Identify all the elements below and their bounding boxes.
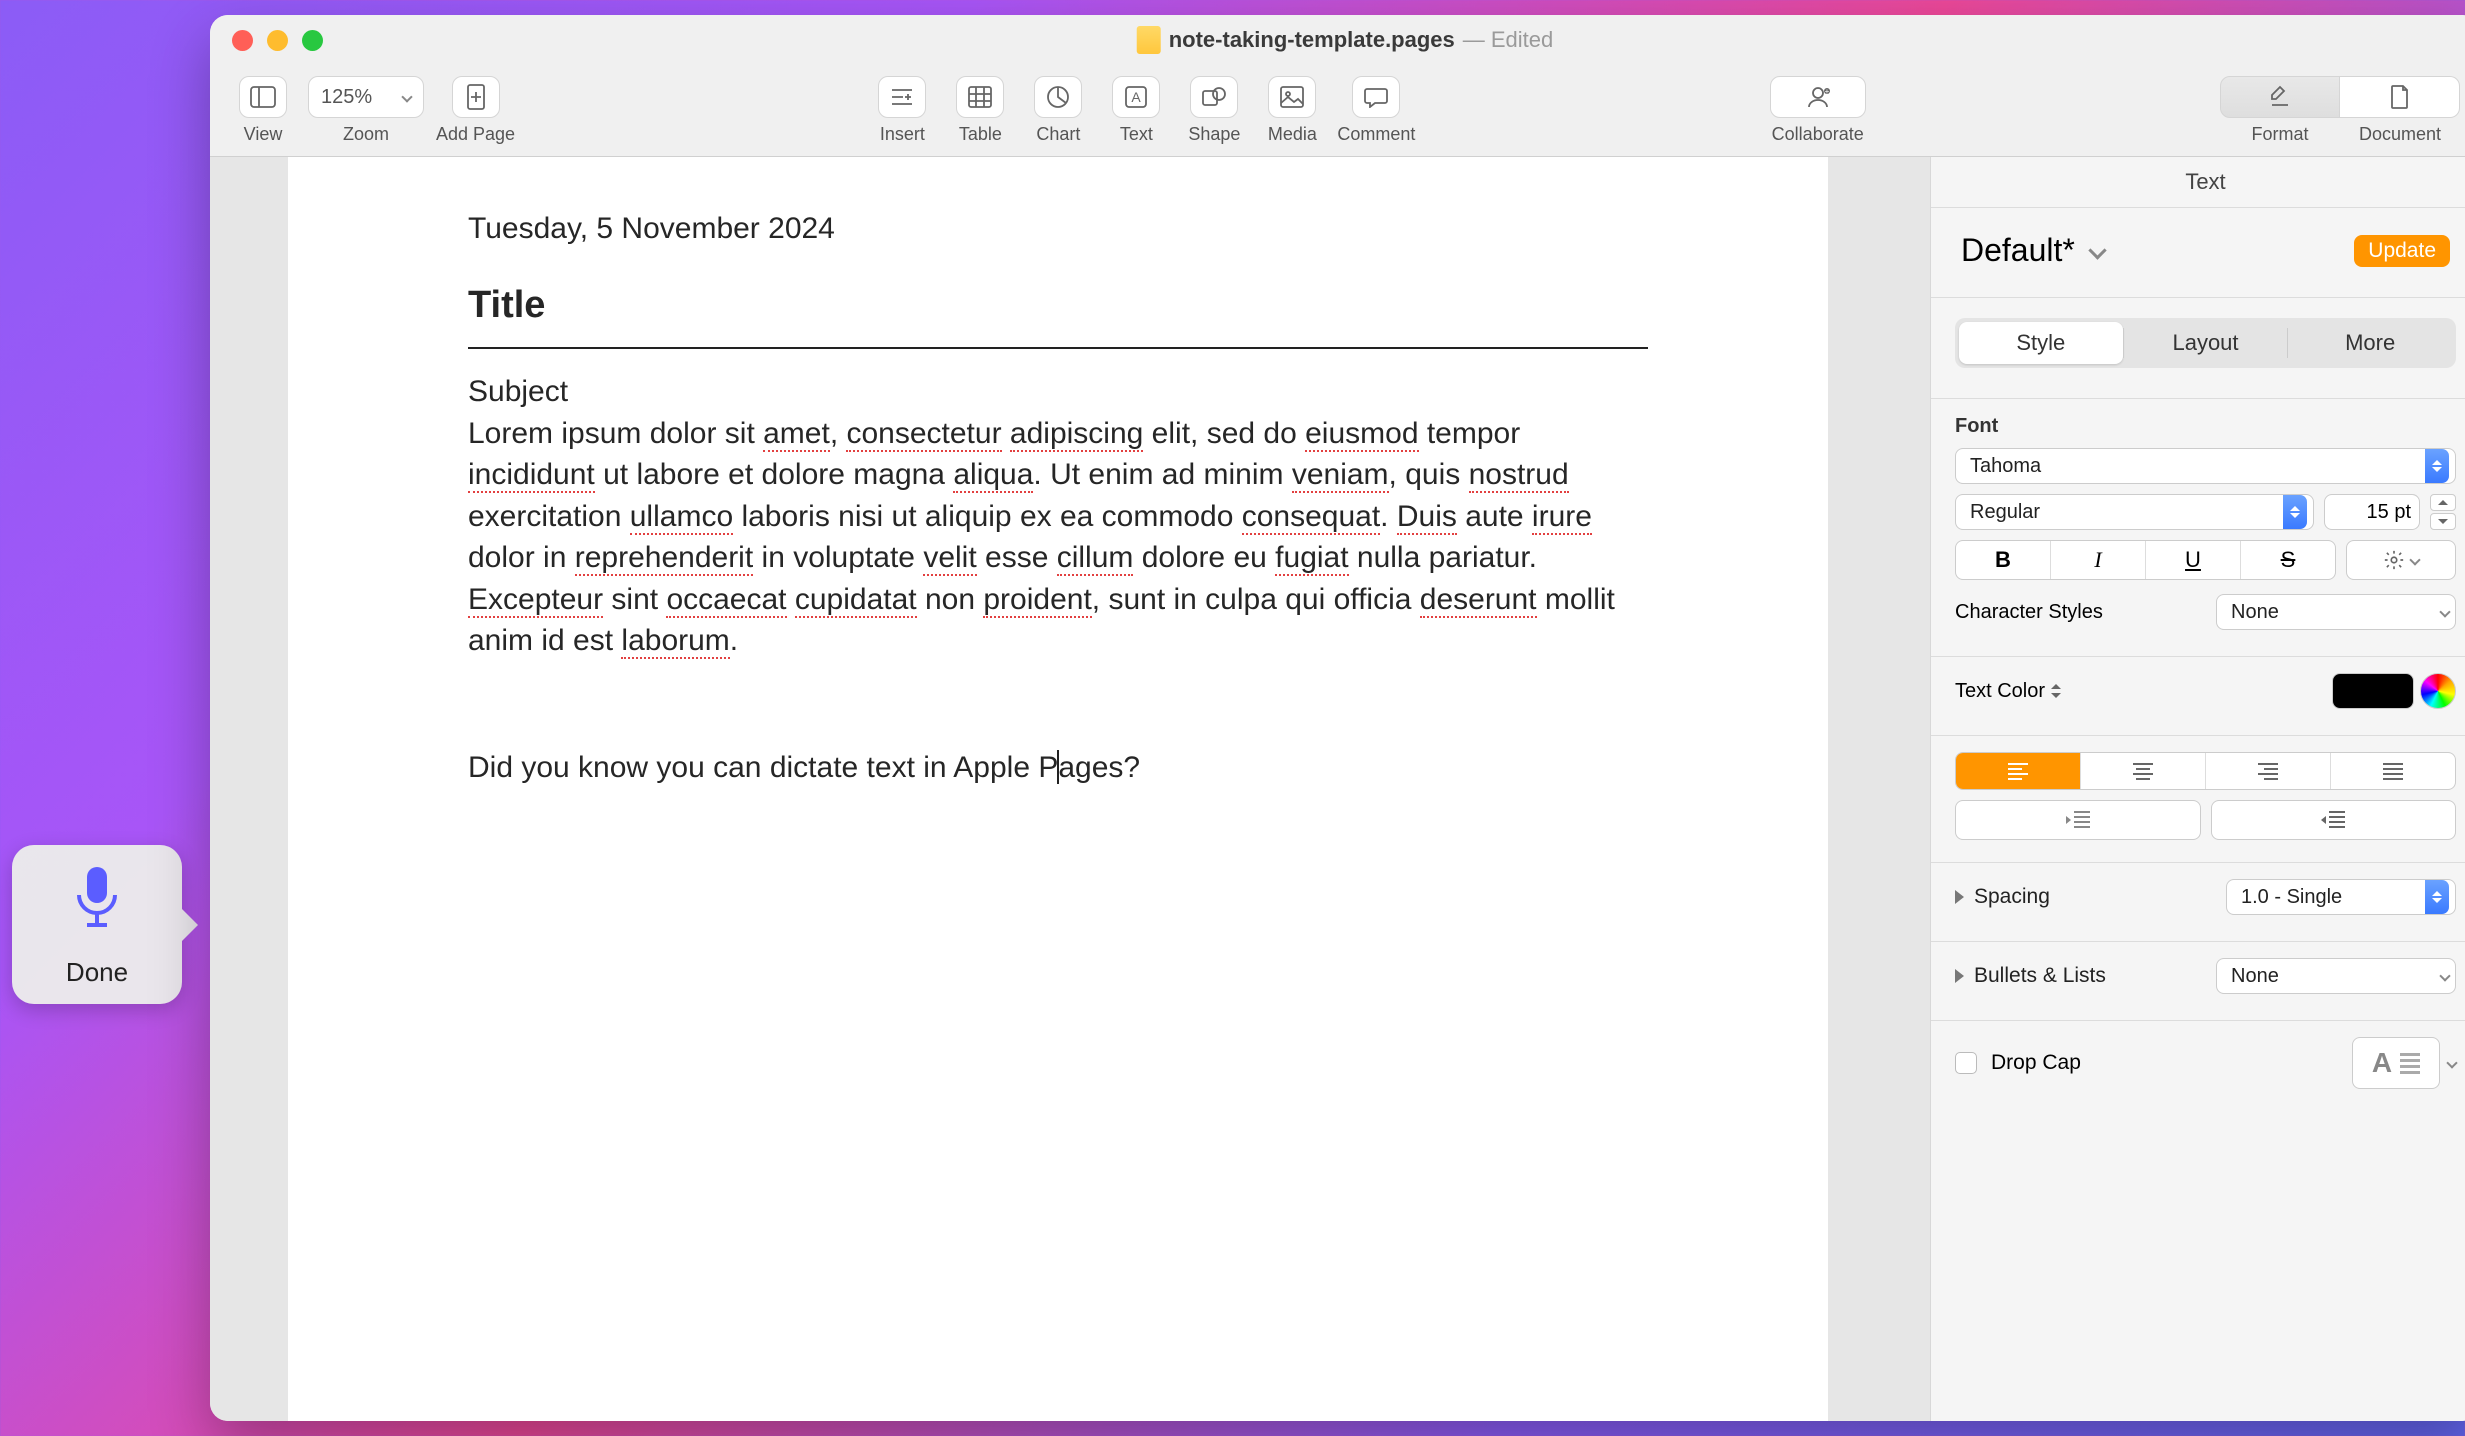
bold-button[interactable]: B: [1956, 541, 2051, 579]
inspector-segment-tabs: Style Layout More: [1955, 318, 2456, 368]
outdent-button[interactable]: [1955, 800, 2201, 840]
text-color-stepper-icon[interactable]: [2051, 684, 2061, 698]
window-minimize-button[interactable]: [267, 30, 288, 51]
document-button[interactable]: [2340, 76, 2460, 118]
svg-text:A: A: [1132, 89, 1142, 105]
bullets-disclosure[interactable]: Bullets & Lists: [1955, 964, 2106, 988]
font-size-stepper[interactable]: [2430, 494, 2456, 530]
color-picker-button[interactable]: [2420, 673, 2456, 709]
zoom-value: 125%: [321, 86, 372, 109]
document-date: Tuesday, 5 November 2024: [468, 212, 1648, 246]
collaborate-button[interactable]: +: [1770, 76, 1866, 118]
dropcap-checkbox[interactable]: [1955, 1052, 1977, 1074]
tab-layout[interactable]: Layout: [2124, 322, 2288, 364]
zoom-select[interactable]: 125%: [308, 76, 424, 118]
window-title[interactable]: note-taking-template.pages — Edited: [1137, 26, 1554, 54]
toolbar: View 125% Zoom Add Page: [210, 65, 2465, 157]
font-size-up[interactable]: [2430, 494, 2456, 511]
table-button[interactable]: [956, 76, 1004, 118]
chevron-right-icon: [1955, 890, 1964, 904]
character-styles-label: Character Styles: [1955, 601, 2103, 624]
chart-button[interactable]: [1034, 76, 1082, 118]
dropcap-label: Drop Cap: [1991, 1051, 2081, 1075]
page[interactable]: Tuesday, 5 November 2024 Title Subject L…: [288, 157, 1828, 1421]
window-zoom-button[interactable]: [302, 30, 323, 51]
inspector-tab-text[interactable]: Text: [1931, 157, 2465, 208]
tab-more[interactable]: More: [2288, 322, 2452, 364]
tab-style[interactable]: Style: [1959, 322, 2123, 364]
document-body: Lorem ipsum dolor sit amet, consectetur …: [468, 413, 1648, 661]
strikethrough-button[interactable]: S: [2241, 541, 2335, 579]
indent-button[interactable]: [2211, 800, 2457, 840]
spacing-select[interactable]: 1.0 - Single: [2226, 879, 2456, 915]
chart-label: Chart: [1036, 124, 1080, 145]
view-button[interactable]: [239, 76, 287, 118]
shape-button[interactable]: [1190, 76, 1238, 118]
text-color-swatch[interactable]: [2332, 673, 2414, 709]
table-label: Table: [959, 124, 1002, 145]
text-button[interactable]: A: [1112, 76, 1160, 118]
shape-label: Shape: [1188, 124, 1240, 145]
format-label: Format: [2220, 124, 2340, 145]
microphone-icon: [69, 863, 125, 947]
document-subject: Subject: [468, 375, 1648, 409]
title-divider: [468, 347, 1648, 349]
add-page-label: Add Page: [436, 124, 515, 145]
font-family-select[interactable]: Tahoma: [1955, 448, 2456, 484]
window-close-button[interactable]: [232, 30, 253, 51]
align-center-button[interactable]: [2081, 753, 2206, 789]
filename-label: note-taking-template.pages: [1169, 27, 1455, 53]
format-button[interactable]: [2220, 76, 2340, 118]
character-styles-select[interactable]: None: [2216, 594, 2456, 630]
align-left-button[interactable]: [1956, 753, 2081, 789]
comment-label: Comment: [1337, 124, 1415, 145]
text-label: Text: [1120, 124, 1153, 145]
comment-button[interactable]: [1352, 76, 1400, 118]
document-label: Document: [2340, 124, 2460, 145]
dropcap-chevron[interactable]: [2446, 1057, 2457, 1068]
insert-label: Insert: [880, 124, 925, 145]
media-button[interactable]: [1268, 76, 1316, 118]
dictated-text: Did you know you can dictate text in App…: [468, 751, 1648, 786]
edited-label: — Edited: [1463, 27, 1554, 53]
chevron-right-icon: [1955, 969, 1964, 983]
dictation-done-button[interactable]: Done: [66, 957, 128, 988]
titlebar: note-taking-template.pages — Edited: [210, 15, 2465, 65]
italic-button[interactable]: I: [2051, 541, 2146, 579]
app-window: note-taking-template.pages — Edited View…: [210, 15, 2465, 1421]
add-page-button[interactable]: [452, 76, 500, 118]
view-label: View: [244, 124, 283, 145]
align-right-button[interactable]: [2206, 753, 2331, 789]
zoom-label: Zoom: [343, 124, 389, 145]
document-scroll-area[interactable]: Tuesday, 5 November 2024 Title Subject L…: [210, 157, 1930, 1421]
text-color-label: Text Color: [1955, 680, 2045, 703]
font-advanced-button[interactable]: [2346, 540, 2456, 580]
update-style-button[interactable]: Update: [2354, 235, 2450, 267]
underline-button[interactable]: U: [2146, 541, 2241, 579]
align-justify-button[interactable]: [2331, 753, 2455, 789]
gear-icon: [2383, 549, 2405, 571]
inspector-panel: Text Default* Update Style Layout More: [1930, 157, 2465, 1421]
svg-text:+: +: [1824, 87, 1829, 96]
text-cursor: [1057, 750, 1059, 784]
dropcap-icon: A: [2372, 1047, 2392, 1079]
font-weight-select[interactable]: Regular: [1955, 494, 2314, 530]
font-section-label: Font: [1955, 415, 2456, 438]
font-size-down[interactable]: [2430, 513, 2456, 530]
document-icon: [1137, 26, 1161, 54]
font-size-input[interactable]: 15 pt: [2324, 494, 2420, 530]
document-title: Title: [468, 284, 1648, 327]
dropcap-style-button[interactable]: A: [2352, 1037, 2440, 1089]
collaborate-label: Collaborate: [1772, 124, 1864, 145]
bullets-select[interactable]: None: [2216, 958, 2456, 994]
spacing-disclosure[interactable]: Spacing: [1955, 885, 2050, 909]
media-label: Media: [1268, 124, 1317, 145]
dictation-widget: Done: [12, 845, 182, 1004]
paragraph-style-picker[interactable]: Default*: [1961, 232, 2104, 269]
insert-button[interactable]: [878, 76, 926, 118]
